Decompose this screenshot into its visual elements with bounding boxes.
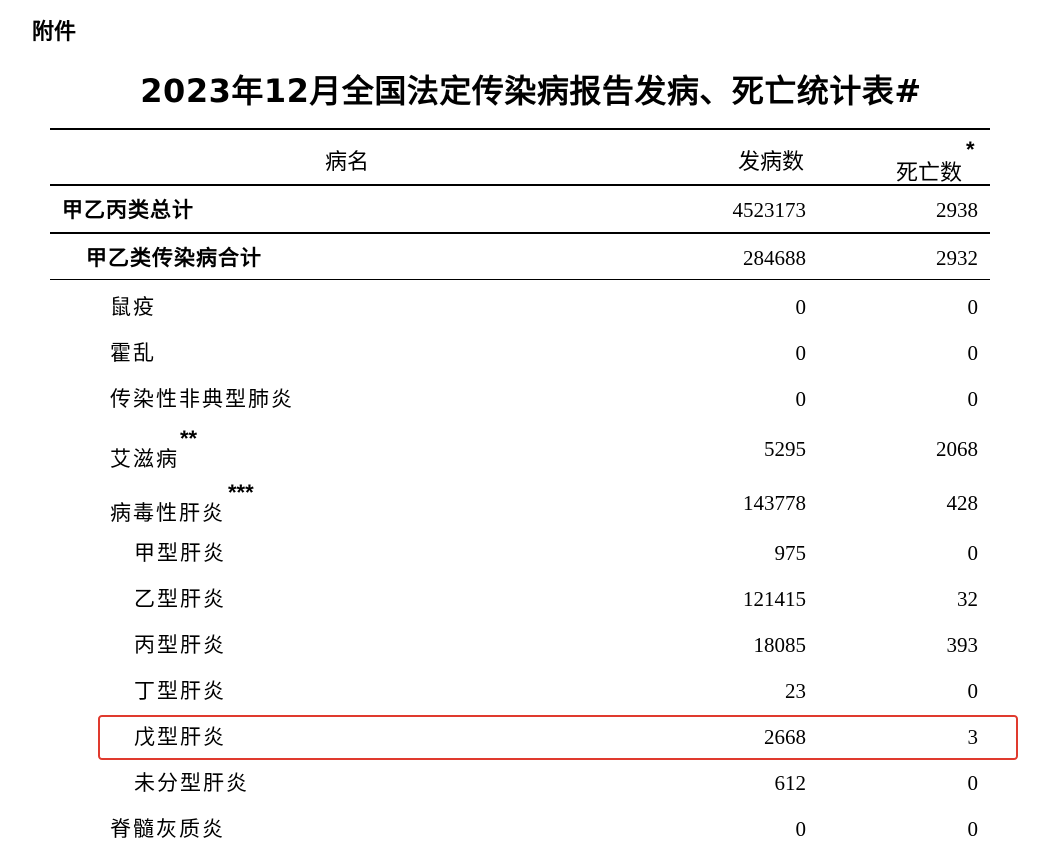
row-deaths: 428: [946, 491, 979, 515]
table-row: 病毒性肝炎 *** 143778 428: [50, 480, 990, 526]
row-deaths: 0: [967, 341, 979, 365]
row-deaths: 2068: [936, 437, 978, 461]
column-header-name: 病名: [325, 150, 370, 175]
table-row: 脊髓灰质炎 0 0: [50, 806, 990, 852]
table-row: 乙型肝炎 121415 32: [50, 576, 990, 622]
row-cases: 0: [795, 295, 807, 319]
table-row: 甲乙类传染病合计 284688 2932: [50, 235, 990, 281]
row-deaths: 32: [957, 587, 978, 611]
row-name: 艾滋病: [110, 447, 179, 471]
row-cases: 0: [795, 341, 807, 365]
table-row: 未分型肝炎 612 0: [50, 760, 990, 806]
row-cases: 23: [785, 679, 806, 703]
row-name: 甲型肝炎: [134, 541, 226, 565]
attachment-label: 附件: [32, 20, 77, 45]
row-footnote-mark: ***: [228, 480, 254, 505]
table-top-rule: [50, 128, 990, 130]
column-header-cases: 发病数: [738, 150, 805, 175]
row-name: 甲乙类传染病合计: [86, 246, 262, 270]
row-deaths: 2938: [936, 198, 978, 222]
row-cases: 5295: [764, 437, 806, 461]
table-row: 丙型肝炎 18085 393: [50, 622, 990, 668]
row-name: 丙型肝炎: [134, 633, 226, 657]
row-deaths: 0: [967, 679, 979, 703]
row-footnote-mark: **: [180, 426, 198, 451]
table-row: 艾滋病 ** 5295 2068: [50, 426, 990, 472]
row-name: 甲乙丙类总计: [62, 198, 194, 222]
row-deaths: 0: [967, 817, 979, 841]
row-name: 传染性非典型肺炎: [110, 387, 294, 411]
row-name: 鼠疫: [110, 295, 156, 319]
row-cases: 284688: [743, 246, 806, 270]
row-deaths: 393: [946, 633, 979, 657]
table-row: 霍乱 0 0: [50, 330, 990, 376]
row-deaths: 0: [967, 771, 979, 795]
row-name: 霍乱: [110, 341, 156, 365]
highlight-box: [98, 715, 1018, 760]
row-name: 乙型肝炎: [134, 587, 226, 611]
row-deaths: 0: [967, 387, 979, 411]
header-bottom-rule: [50, 184, 990, 186]
row-deaths: 0: [967, 541, 979, 565]
row-name: 未分型肝炎: [134, 771, 249, 795]
row-cases: 18085: [753, 633, 807, 657]
row-deaths: 0: [967, 295, 979, 319]
row-name: 丁型肝炎: [134, 679, 226, 703]
table-row: 甲乙丙类总计 4523173 2938: [50, 187, 990, 233]
page-title: 2023年12月全国法定传染病报告发病、死亡统计表#: [140, 72, 922, 110]
table-row: 传染性非典型肺炎 0 0: [50, 376, 990, 422]
row-name: 脊髓灰质炎: [110, 817, 225, 841]
row-deaths: 2932: [936, 246, 978, 270]
row-cases: 4523173: [732, 198, 807, 222]
table-row: 丁型肝炎 23 0: [50, 668, 990, 714]
column-header-deaths-mark: *: [966, 137, 975, 162]
table-row: 鼠疫 0 0: [50, 284, 990, 330]
row-cases: 0: [795, 387, 807, 411]
row-cases: 612: [774, 771, 807, 795]
row-cases: 121415: [743, 587, 806, 611]
column-header-deaths: 死亡数: [896, 161, 963, 186]
row-cases: 0: [795, 817, 807, 841]
row-cases: 975: [774, 541, 807, 565]
row-cases: 143778: [743, 491, 806, 515]
table-row: 甲型肝炎 975 0: [50, 530, 990, 576]
